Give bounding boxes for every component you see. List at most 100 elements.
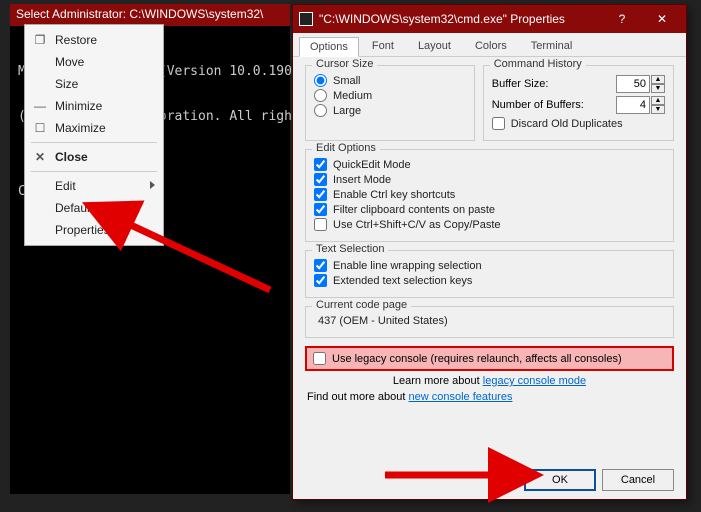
- menu-defaults[interactable]: Defaults: [25, 197, 163, 219]
- tab-options[interactable]: Options: [299, 37, 359, 57]
- legacy-console-row[interactable]: Use legacy console (requires relaunch, a…: [305, 346, 674, 371]
- ok-button[interactable]: OK: [524, 469, 596, 491]
- menu-label: Close: [55, 150, 88, 164]
- menu-label: Maximize: [55, 121, 106, 135]
- num-buffers-input[interactable]: [616, 96, 650, 114]
- properties-dialog: "C:\WINDOWS\system32\cmd.exe" Properties…: [292, 4, 687, 500]
- learn-more-row: Learn more about legacy console mode: [305, 375, 674, 387]
- radio-input[interactable]: [314, 74, 327, 87]
- tab-font[interactable]: Font: [361, 36, 405, 56]
- check-label: Use Ctrl+Shift+C/V as Copy/Paste: [333, 219, 501, 231]
- menu-restore[interactable]: ❐ Restore: [25, 29, 163, 51]
- codepage-value: 437 (OEM - United States): [314, 313, 665, 329]
- minimize-icon: —: [33, 99, 47, 113]
- check-label: Filter clipboard contents on paste: [333, 204, 495, 216]
- close-icon: ✕: [33, 150, 47, 164]
- menu-minimize[interactable]: — Minimize: [25, 95, 163, 117]
- menu-size[interactable]: Size: [25, 73, 163, 95]
- linewrap-check[interactable]: Enable line wrapping selection: [314, 259, 665, 272]
- new-features-link[interactable]: new console features: [409, 391, 513, 403]
- properties-titlebar: "C:\WINDOWS\system32\cmd.exe" Properties…: [293, 5, 686, 33]
- edit-options-group: Edit Options QuickEdit Mode Insert Mode …: [305, 149, 674, 242]
- ctrlkey-check[interactable]: Enable Ctrl key shortcuts: [314, 188, 665, 201]
- check-label: Insert Mode: [333, 174, 391, 186]
- group-legend: Text Selection: [312, 243, 388, 255]
- tab-label: Options: [310, 41, 348, 53]
- group-legend: Cursor Size: [312, 58, 377, 70]
- codepage-group: Current code page 437 (OEM - United Stat…: [305, 306, 674, 338]
- cmd-icon: [299, 12, 313, 26]
- cmd-title: Select Administrator: C:\WINDOWS\system3…: [16, 7, 263, 21]
- field-label: Number of Buffers:: [492, 99, 584, 111]
- check-label: Extended text selection keys: [333, 275, 472, 287]
- tab-label: Font: [372, 40, 394, 52]
- menu-move[interactable]: Move: [25, 51, 163, 73]
- properties-title: "C:\WINDOWS\system32\cmd.exe" Properties: [319, 12, 602, 26]
- menu-properties[interactable]: Properties: [25, 219, 163, 241]
- quickedit-check[interactable]: QuickEdit Mode: [314, 158, 665, 171]
- find-prefix: Find out more about: [307, 391, 409, 403]
- restore-icon: ❐: [33, 33, 47, 47]
- tab-terminal[interactable]: Terminal: [520, 36, 584, 56]
- cancel-button[interactable]: Cancel: [602, 469, 674, 491]
- group-legend: Command History: [490, 58, 586, 70]
- checkbox-input[interactable]: [492, 117, 505, 130]
- ctrlshift-check[interactable]: Use Ctrl+Shift+C/V as Copy/Paste: [314, 218, 665, 231]
- group-legend: Current code page: [312, 299, 411, 311]
- find-more-row: Find out more about new console features: [307, 391, 672, 403]
- dialog-buttons: OK Cancel: [524, 469, 674, 491]
- maximize-icon: ☐: [33, 121, 47, 135]
- legacy-console-checkbox[interactable]: [313, 352, 326, 365]
- system-menu: ❐ Restore Move Size — Minimize ☐ Maximiz…: [24, 24, 164, 246]
- filter-clipboard-check[interactable]: Filter clipboard contents on paste: [314, 203, 665, 216]
- menu-label: Properties: [55, 223, 110, 237]
- menu-label: Restore: [55, 33, 97, 47]
- cursor-large-radio[interactable]: Large: [314, 104, 466, 117]
- buffer-size-input[interactable]: [616, 75, 650, 93]
- extended-check[interactable]: Extended text selection keys: [314, 274, 665, 287]
- menu-label: Minimize: [55, 99, 102, 113]
- menu-label: Edit: [55, 179, 76, 193]
- checkbox-input[interactable]: [314, 173, 327, 186]
- radio-label: Small: [333, 75, 361, 87]
- menu-edit[interactable]: Edit: [25, 175, 163, 197]
- insertmode-check[interactable]: Insert Mode: [314, 173, 665, 186]
- checkbox-input[interactable]: [314, 259, 327, 272]
- learn-prefix: Learn more about: [393, 375, 483, 387]
- spinner-arrows[interactable]: ▲▼: [651, 96, 665, 114]
- close-button[interactable]: ✕: [642, 7, 682, 31]
- cursor-small-radio[interactable]: Small: [314, 74, 466, 87]
- tab-strip: Options Font Layout Colors Terminal: [293, 33, 686, 57]
- group-legend: Edit Options: [312, 142, 380, 154]
- tab-layout[interactable]: Layout: [407, 36, 462, 56]
- cursor-medium-radio[interactable]: Medium: [314, 89, 466, 102]
- checkbox-input[interactable]: [314, 274, 327, 287]
- checkbox-input[interactable]: [314, 203, 327, 216]
- command-history-group: Command History Buffer Size: ▲▼ Number o…: [483, 65, 674, 141]
- tab-colors[interactable]: Colors: [464, 36, 518, 56]
- discard-duplicates-check[interactable]: Discard Old Duplicates: [492, 117, 665, 130]
- tab-label: Terminal: [531, 40, 573, 52]
- check-label: Enable Ctrl key shortcuts: [333, 189, 455, 201]
- tab-panel-options: Cursor Size Small Medium Large Command H…: [293, 57, 686, 499]
- radio-label: Medium: [333, 90, 372, 102]
- radio-input[interactable]: [314, 89, 327, 102]
- buffer-size-row: Buffer Size: ▲▼: [492, 75, 665, 93]
- cmd-titlebar: Select Administrator: C:\WINDOWS\system3…: [10, 4, 290, 26]
- menu-close[interactable]: ✕ Close: [25, 146, 163, 168]
- legacy-console-label: Use legacy console (requires relaunch, a…: [332, 353, 622, 365]
- help-button[interactable]: ?: [602, 7, 642, 31]
- spinner-arrows[interactable]: ▲▼: [651, 75, 665, 93]
- num-buffers-row: Number of Buffers: ▲▼: [492, 96, 665, 114]
- tab-label: Layout: [418, 40, 451, 52]
- checkbox-input[interactable]: [314, 188, 327, 201]
- legacy-mode-link[interactable]: legacy console mode: [483, 375, 586, 387]
- menu-separator: [31, 142, 157, 143]
- checkbox-input[interactable]: [314, 158, 327, 171]
- radio-input[interactable]: [314, 104, 327, 117]
- menu-label: Move: [55, 55, 84, 69]
- cursor-size-group: Cursor Size Small Medium Large: [305, 65, 475, 141]
- menu-label: Defaults: [55, 201, 99, 215]
- menu-maximize[interactable]: ☐ Maximize: [25, 117, 163, 139]
- checkbox-input[interactable]: [314, 218, 327, 231]
